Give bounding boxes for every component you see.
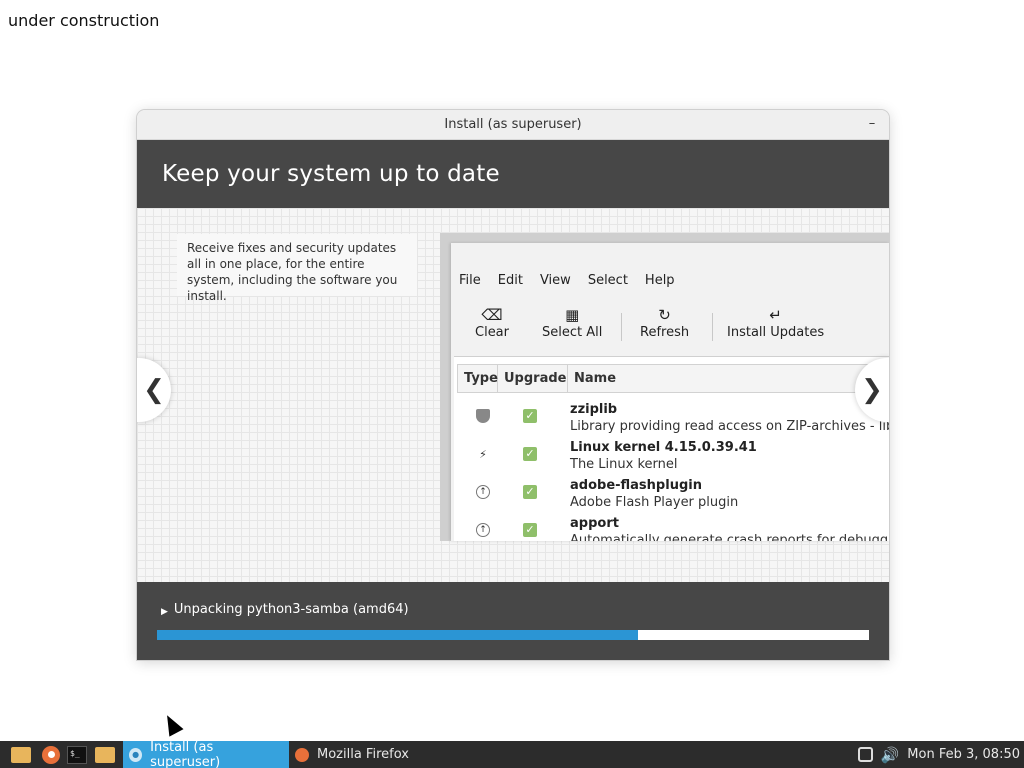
package-name: zziplib — [570, 402, 618, 417]
expander-arrow-icon[interactable]: ▶ — [161, 607, 168, 617]
toolbar-separator — [621, 313, 622, 341]
progress-area: ▶ Unpacking python3-samba (amd64) — [137, 582, 889, 660]
mouse-cursor-icon — [160, 711, 184, 737]
table-row[interactable]: ⚡ ✓ Linux kernel 4.15.0.39.41 The Linux … — [454, 435, 889, 473]
select-all-icon: ▦ — [565, 306, 580, 324]
menubar: File Edit View Select Help — [459, 273, 692, 288]
shield-icon — [476, 409, 490, 423]
package-description: Library providing read access on ZIP-arc… — [570, 419, 889, 434]
status-text: Unpacking python3-samba (amd64) — [173, 602, 409, 617]
progress-bar-fill — [157, 630, 638, 640]
slide-banner: Keep your system up to date — [137, 140, 889, 208]
previous-slide-button[interactable]: ❮ — [137, 358, 171, 422]
update-manager-window: File Edit View Select Help ⌫ Clear ▦ Sel… — [451, 243, 889, 541]
files-folder-icon — [95, 746, 115, 763]
package-description: Adobe Flash Player plugin — [570, 495, 739, 510]
task-label: Install (as superuser) — [150, 739, 221, 768]
installer-window: Install (as superuser) – Keep your syste… — [137, 110, 889, 660]
menu-view[interactable]: View — [540, 273, 571, 288]
upgrade-checkbox[interactable]: ✓ — [523, 447, 537, 461]
updates-list: Type Upgrade Name ✓ zziplib Library prov… — [454, 356, 889, 541]
titlebar[interactable]: Install (as superuser) – — [137, 110, 889, 140]
upgrade-checkbox[interactable]: ✓ — [523, 523, 537, 537]
progress-status: ▶ Unpacking python3-samba (amd64) — [161, 602, 409, 617]
upgrade-checkbox[interactable]: ✓ — [523, 485, 537, 499]
list-header: Type Upgrade Name — [457, 364, 889, 393]
column-type[interactable]: Type — [458, 365, 498, 392]
table-row[interactable]: ✓ zziplib Library providing read access … — [454, 397, 889, 435]
clear-label: Clear — [475, 325, 509, 340]
package-name: adobe-flashplugin — [570, 478, 702, 493]
package-description: The Linux kernel — [570, 457, 678, 472]
slide-description: Receive fixes and security updates all i… — [177, 234, 417, 303]
arrow-up-icon: ↑ — [476, 523, 490, 537]
menu-edit[interactable]: Edit — [498, 273, 523, 288]
task-firefox[interactable]: Mozilla Firefox — [289, 741, 419, 768]
firefox-launcher[interactable] — [38, 741, 64, 768]
taskbar: $_ ● Install (as superuser) Mozilla Fire… — [0, 739, 1024, 768]
refresh-label: Refresh — [640, 325, 690, 340]
menu-select[interactable]: Select — [588, 273, 628, 288]
show-desktop-button[interactable] — [8, 741, 34, 768]
select-all-label: Select All — [542, 325, 603, 340]
window-title: Install (as superuser) — [444, 117, 582, 132]
installer-icon: ● — [129, 747, 143, 762]
files-launcher[interactable] — [92, 741, 118, 768]
lightning-icon: ⚡ — [479, 447, 487, 461]
volume-icon[interactable]: 🔊 — [881, 746, 900, 764]
toolbar-separator — [712, 313, 713, 341]
menu-file[interactable]: File — [459, 273, 481, 288]
column-name[interactable]: Name — [568, 365, 889, 392]
clock[interactable]: Mon Feb 3, 08:50 — [907, 747, 1020, 762]
terminal-launcher[interactable]: $_ — [64, 741, 90, 768]
refresh-icon: ↻ — [658, 306, 671, 324]
refresh-button[interactable]: ↻ Refresh — [640, 305, 689, 340]
update-manager-screenshot: File Edit View Select Help ⌫ Clear ▦ Sel… — [440, 233, 889, 541]
table-row[interactable]: ↑ ✓ apport Automatically generate crash … — [454, 511, 889, 541]
toolbar: ⌫ Clear ▦ Select All ↻ Refresh ↵ Install… — [451, 305, 889, 355]
progress-bar — [157, 630, 869, 640]
slideshow-area: Receive fixes and security updates all i… — [137, 208, 889, 582]
minimize-button[interactable]: – — [863, 115, 881, 133]
task-installer[interactable]: ● Install (as superuser) — [123, 739, 289, 768]
system-tray: 🔊 Mon Feb 3, 08:50 — [857, 746, 1024, 764]
package-name: Linux kernel 4.15.0.39.41 — [570, 440, 757, 455]
package-name: apport — [570, 516, 619, 531]
clear-icon: ⌫ — [481, 306, 503, 324]
folder-icon — [11, 746, 31, 763]
install-updates-label: Install Updates — [727, 325, 825, 340]
arrow-up-icon: ↑ — [476, 485, 490, 499]
upgrade-checkbox[interactable]: ✓ — [523, 409, 537, 423]
clear-button[interactable]: ⌫ Clear — [475, 305, 509, 340]
select-all-button[interactable]: ▦ Select All — [542, 305, 602, 340]
firefox-icon — [42, 745, 60, 764]
table-row[interactable]: ↑ ✓ adobe-flashplugin Adobe Flash Player… — [454, 473, 889, 511]
package-description: Automatically generate crash reports for… — [570, 533, 889, 541]
menu-help[interactable]: Help — [645, 273, 675, 288]
column-upgrade[interactable]: Upgrade — [498, 365, 568, 392]
install-updates-button[interactable]: ↵ Install Updates — [727, 305, 824, 340]
firefox-task-icon — [295, 747, 309, 762]
network-icon[interactable] — [857, 747, 873, 762]
slide-title: Keep your system up to date — [162, 161, 500, 187]
terminal-icon: $_ — [67, 745, 87, 764]
background-text: under construction — [8, 11, 160, 30]
install-icon: ↵ — [769, 306, 782, 324]
task-label: Mozilla Firefox — [317, 747, 409, 762]
